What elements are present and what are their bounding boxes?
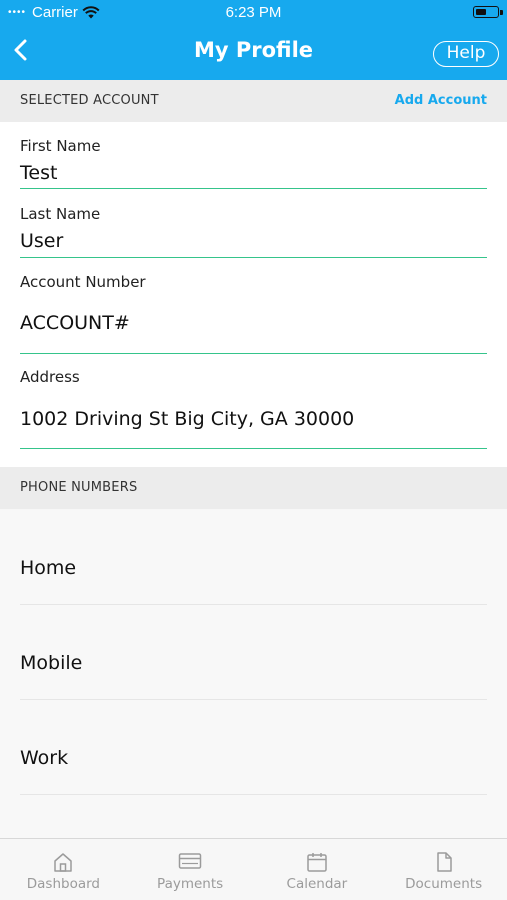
- tab-payments[interactable]: Payments: [127, 839, 254, 900]
- tab-dashboard-label: Dashboard: [26, 876, 100, 892]
- top-bar: •••• Carrier 6:23 PM My Profile Help: [0, 0, 507, 80]
- account-number-field[interactable]: ACCOUNT#: [20, 312, 487, 354]
- phone-row-mobile[interactable]: Mobile: [20, 605, 487, 700]
- selected-account-label: SELECTED ACCOUNT: [20, 93, 159, 108]
- battery-icon: [473, 6, 503, 18]
- tab-calendar-label: Calendar: [286, 876, 348, 892]
- phone-row-home[interactable]: Home: [20, 510, 487, 605]
- address-label: Address: [20, 368, 80, 386]
- card-icon: [178, 853, 202, 869]
- home-icon: [54, 853, 73, 872]
- navigation-bar: My Profile Help: [0, 30, 507, 76]
- document-icon: [436, 852, 452, 872]
- status-bar: •••• Carrier 6:23 PM: [0, 0, 507, 26]
- phone-label-mobile: Mobile: [20, 652, 83, 674]
- phone-row-work[interactable]: Work: [20, 700, 487, 795]
- first-name-field[interactable]: Test: [20, 162, 487, 189]
- calendar-icon: [307, 853, 327, 872]
- first-name-label: First Name: [20, 137, 101, 155]
- phone-label-work: Work: [20, 747, 69, 769]
- phone-numbers-header: PHONE NUMBERS: [0, 467, 507, 509]
- phone-label-home: Home: [20, 557, 77, 579]
- phone-numbers-label: PHONE NUMBERS: [20, 480, 138, 495]
- profile-screen: •••• Carrier 6:23 PM My Profile Help SEL…: [0, 0, 507, 900]
- tab-calendar[interactable]: Calendar: [254, 839, 381, 900]
- address-field[interactable]: 1002 Driving St Big City, GA 30000: [20, 408, 487, 449]
- tab-payments-label: Payments: [157, 876, 224, 892]
- phone-list: Home Mobile Work: [0, 510, 507, 838]
- tab-documents-label: Documents: [405, 876, 483, 892]
- tab-bar: Dashboard Payments Calendar Documents: [0, 838, 507, 900]
- account-number-label: Account Number: [20, 273, 146, 291]
- profile-form: First Name Test Last Name User Account N…: [0, 122, 507, 467]
- tab-dashboard[interactable]: Dashboard: [0, 839, 127, 900]
- last-name-field[interactable]: User: [20, 230, 487, 258]
- add-account-button[interactable]: Add Account: [395, 93, 487, 108]
- page-title: My Profile: [193, 38, 314, 62]
- status-time: 6:23 PM: [225, 4, 282, 21]
- tab-documents[interactable]: Documents: [380, 839, 507, 900]
- selected-account-header: SELECTED ACCOUNT Add Account: [0, 80, 507, 122]
- help-button[interactable]: Help: [433, 41, 499, 67]
- last-name-label: Last Name: [20, 205, 101, 223]
